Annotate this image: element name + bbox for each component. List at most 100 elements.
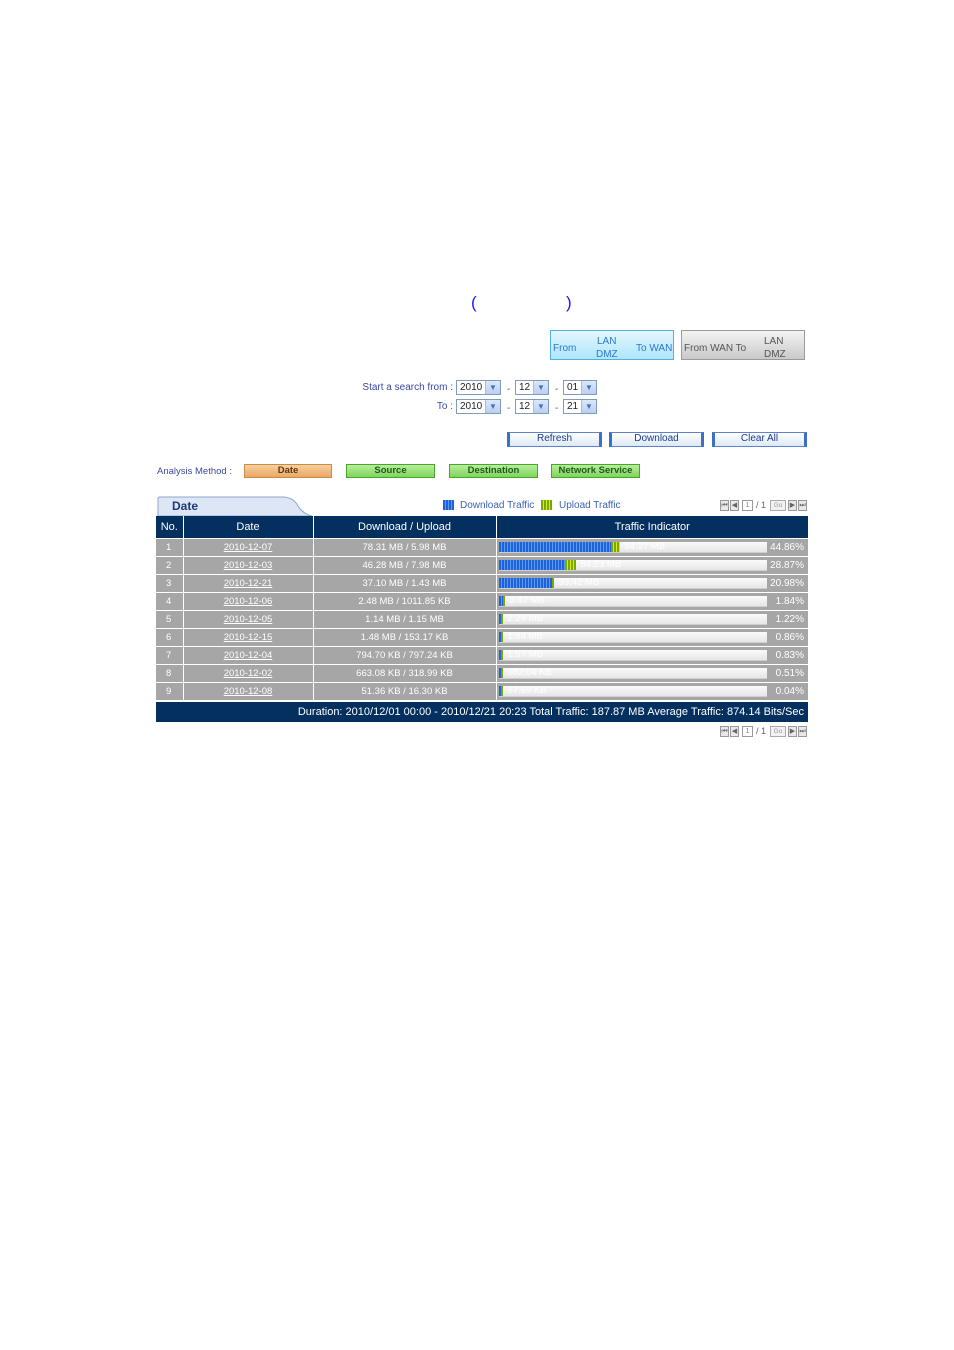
download-button[interactable]: Download: [609, 432, 704, 447]
pager-top: ⏮ ◀ 1 / 1 Go ▶ ⏭: [720, 500, 810, 512]
table-row: 7 2010-12-04 794.70 KB / 797.24 KB 1.57 MB 0…: [156, 646, 808, 665]
start-month-select[interactable]: 12 ▼: [515, 380, 549, 395]
row-traffic-indicator: 67.65 KB 0.04%: [496, 682, 808, 700]
table-header-row: No. Date Download / Upload Traffic Indic…: [156, 516, 808, 539]
direction-from-label: From: [553, 343, 577, 354]
first-page-icon[interactable]: ⏮: [720, 500, 729, 511]
direction-lan-label: LAN: [764, 336, 784, 347]
row-traffic-indicator: 1.57 MB 0.83%: [496, 646, 808, 665]
traffic-total: 3.47 MB: [509, 595, 545, 606]
traffic-total: 982.04 KB: [507, 667, 552, 678]
end-year-select[interactable]: 2010 ▼: [456, 399, 501, 414]
direction-wan-to-lan-dmz-button[interactable]: From WAN To LAN DMZ: [681, 330, 805, 360]
heading-open-paren: (: [471, 293, 477, 312]
row-download-upload: 663.08 KB / 318.99 KB: [313, 664, 497, 683]
traffic-total: 2.29 MB: [507, 613, 543, 624]
row-date-cell: 2010-12-02: [183, 664, 314, 683]
row-date-link[interactable]: 2010-12-15: [224, 632, 273, 643]
analysis-date-button[interactable]: Date: [244, 464, 332, 478]
row-date-link[interactable]: 2010-12-06: [224, 596, 273, 607]
end-month-select[interactable]: 12 ▼: [515, 399, 549, 414]
chevron-down-icon: ▼: [533, 381, 548, 394]
header-download-upload: Download / Upload: [313, 516, 497, 539]
traffic-total: 1.57 MB: [507, 649, 543, 660]
traffic-percent: 0.51%: [775, 668, 804, 679]
row-date-link[interactable]: 2010-12-02: [224, 668, 273, 679]
table-row: 6 2010-12-15 1.48 MB / 153.17 KB 1.64 MB 0.8…: [156, 628, 808, 647]
page-number-input[interactable]: 1: [742, 726, 753, 737]
start-year-select[interactable]: 2010 ▼: [456, 380, 501, 395]
traffic-percent: 0.83%: [775, 650, 804, 661]
direction-to-wan-label: To WAN: [636, 343, 673, 354]
row-number: 9: [156, 682, 184, 700]
upload-bar: [500, 650, 503, 660]
row-date-cell: 2010-12-04: [183, 646, 314, 665]
traffic-total: 84.27 MB: [624, 541, 666, 552]
upload-traffic-legend-icon: [541, 500, 552, 510]
chevron-down-icon: ▼: [581, 400, 596, 413]
table-row: 2 2010-12-03 46.28 MB / 7.98 MB 54.23 MB 28.…: [156, 556, 808, 575]
traffic-table: No. Date Download / Upload Traffic Indic…: [156, 516, 808, 700]
date-separator: -: [555, 403, 559, 414]
date-tab[interactable]: Date: [156, 496, 312, 516]
upload-bar: [500, 668, 503, 678]
row-traffic-indicator: 84.27 MB 44.86%: [496, 538, 808, 557]
next-page-icon[interactable]: ▶: [788, 726, 797, 737]
refresh-button[interactable]: Refresh: [507, 432, 602, 447]
traffic-percent: 1.84%: [775, 596, 804, 607]
upload-bar: [610, 542, 620, 552]
direction-lan-dmz-to-wan-button[interactable]: From LAN DMZ To WAN: [550, 330, 674, 360]
date-separator: -: [555, 384, 559, 395]
last-page-icon[interactable]: ⏭: [798, 726, 807, 737]
page-total: / 1: [756, 726, 767, 736]
row-traffic-indicator: 39.42 MB 20.98%: [496, 574, 808, 593]
row-date-cell: 2010-12-21: [183, 574, 314, 593]
traffic-percent: 44.86%: [770, 542, 804, 553]
first-page-icon[interactable]: ⏮: [720, 726, 729, 737]
traffic-percent: 0.86%: [775, 632, 804, 643]
row-download-upload: 37.10 MB / 1.43 MB: [313, 574, 497, 593]
start-year-value: 2010: [460, 382, 483, 393]
direction-dmz-label: DMZ: [596, 349, 618, 360]
download-traffic-legend-icon: [443, 500, 454, 510]
end-day-select[interactable]: 21 ▼: [563, 399, 597, 414]
row-date-link[interactable]: 2010-12-21: [224, 578, 273, 589]
upload-bar: [500, 686, 503, 696]
row-date-link[interactable]: 2010-12-03: [224, 560, 273, 571]
prev-page-icon[interactable]: ◀: [730, 500, 739, 511]
row-date-link[interactable]: 2010-12-08: [224, 686, 273, 697]
row-traffic-indicator: 982.04 KB 0.51%: [496, 664, 808, 683]
start-day-value: 01: [567, 382, 579, 393]
row-date-link[interactable]: 2010-12-05: [224, 614, 273, 625]
table-row: 1 2010-12-07 78.31 MB / 5.98 MB 84.27 MB 44.…: [156, 538, 808, 557]
row-download-upload: 2.48 MB / 1011.85 KB: [313, 592, 497, 611]
download-bar: [498, 578, 552, 588]
row-date-cell: 2010-12-08: [183, 682, 314, 700]
prev-page-icon[interactable]: ◀: [730, 726, 739, 737]
row-number: 5: [156, 610, 184, 629]
row-number: 3: [156, 574, 184, 593]
start-month-value: 12: [519, 382, 531, 393]
analysis-source-button[interactable]: Source: [346, 464, 435, 478]
analysis-method-label: Analysis Method :: [157, 466, 232, 477]
go-button[interactable]: Go: [770, 500, 786, 511]
end-day-value: 21: [567, 401, 579, 412]
go-button[interactable]: Go: [770, 726, 786, 737]
analysis-network-service-button[interactable]: Network Service: [551, 464, 640, 478]
row-date-link[interactable]: 2010-12-04: [224, 650, 273, 661]
next-page-icon[interactable]: ▶: [788, 500, 797, 511]
last-page-icon[interactable]: ⏭: [798, 500, 807, 511]
download-bar: [498, 560, 565, 570]
clear-all-button[interactable]: Clear All: [712, 432, 807, 447]
date-separator: -: [507, 403, 511, 414]
row-date-cell: 2010-12-03: [183, 556, 314, 575]
start-day-select[interactable]: 01 ▼: [563, 380, 597, 395]
analysis-destination-button[interactable]: Destination: [449, 464, 538, 478]
row-download-upload: 78.31 MB / 5.98 MB: [313, 538, 497, 557]
heading-close-paren: ): [566, 293, 572, 312]
traffic-percent: 20.98%: [770, 578, 804, 589]
page-number-input[interactable]: 1: [742, 500, 753, 511]
chevron-down-icon: ▼: [581, 381, 596, 394]
row-date-link[interactable]: 2010-12-07: [224, 542, 273, 553]
row-download-upload: 794.70 KB / 797.24 KB: [313, 646, 497, 665]
